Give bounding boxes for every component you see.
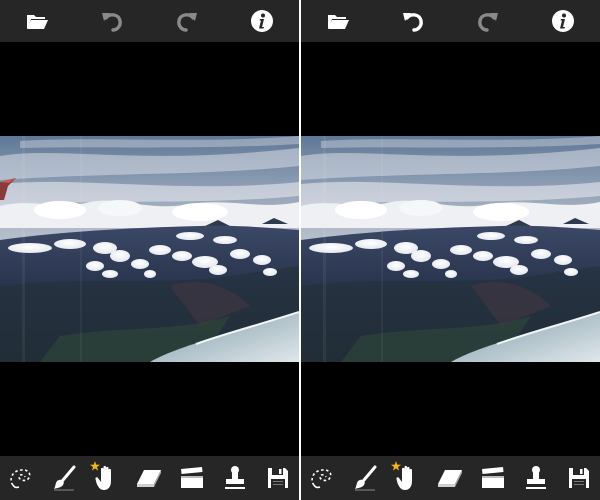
info-button[interactable] [244, 3, 280, 39]
top-toolbar [301, 0, 600, 42]
lasso-tool-button[interactable] [304, 460, 340, 496]
eraser-icon [137, 470, 162, 487]
bottom-toolbar [0, 456, 299, 500]
undo-icon [102, 13, 122, 32]
bottom-toolbar [301, 456, 600, 500]
brush-tool-button[interactable] [46, 460, 82, 496]
folder-icon [27, 15, 49, 29]
open-folder-button[interactable] [19, 3, 55, 39]
save-icon [267, 468, 288, 488]
clapperboard-icon [482, 467, 505, 488]
save-button[interactable] [260, 460, 296, 496]
stamp-icon [525, 466, 546, 489]
top-toolbar [0, 0, 299, 42]
folder-icon [328, 15, 350, 29]
info-button[interactable] [545, 3, 581, 39]
lasso-icon [10, 469, 31, 489]
clapper-tool-button[interactable] [174, 460, 210, 496]
save-button[interactable] [561, 460, 597, 496]
star-icon [89, 461, 100, 471]
pan-tool-button[interactable] [390, 460, 426, 496]
lasso-icon [311, 469, 332, 489]
clapper-tool-button[interactable] [475, 460, 511, 496]
brush-tool-button[interactable] [347, 460, 383, 496]
eraser-tool-button[interactable] [432, 460, 468, 496]
photo-canvas[interactable] [301, 136, 600, 362]
redo-button[interactable] [470, 3, 506, 39]
pan-tool-button[interactable] [89, 460, 125, 496]
screen-after [301, 0, 600, 500]
save-icon [568, 468, 589, 488]
redo-icon [478, 13, 498, 32]
screen-before [0, 0, 299, 500]
photo-canvas[interactable] [0, 136, 299, 362]
undo-icon [403, 13, 423, 32]
lasso-tool-button[interactable] [3, 460, 39, 496]
comparison-stage [0, 0, 600, 500]
undo-button[interactable] [395, 3, 431, 39]
info-icon [250, 10, 273, 32]
redo-icon [177, 13, 197, 32]
info-icon [551, 10, 574, 32]
stamp-tool-button[interactable] [217, 460, 253, 496]
star-icon [390, 461, 401, 471]
eraser-icon [438, 470, 463, 487]
stamp-icon [224, 466, 245, 489]
eraser-tool-button[interactable] [131, 460, 167, 496]
clapperboard-icon [181, 467, 204, 488]
stamp-tool-button[interactable] [518, 460, 554, 496]
open-folder-button[interactable] [320, 3, 356, 39]
brush-icon [54, 465, 76, 491]
brush-icon [355, 465, 377, 491]
undo-button[interactable] [94, 3, 130, 39]
redo-button[interactable] [169, 3, 205, 39]
